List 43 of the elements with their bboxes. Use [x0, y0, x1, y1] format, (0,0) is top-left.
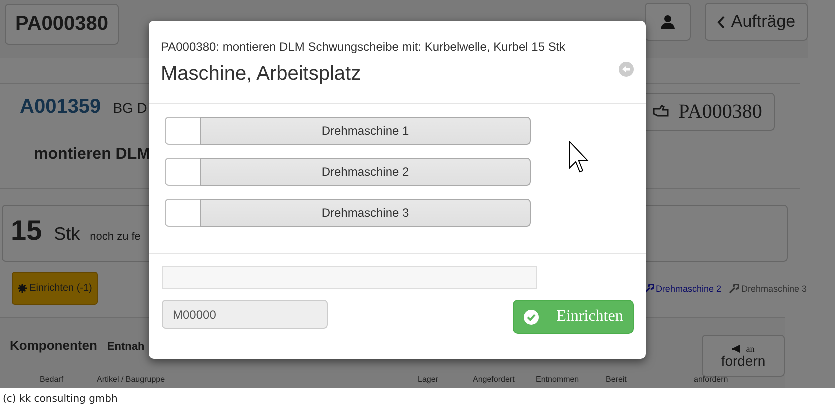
wrench-icon — [729, 284, 740, 294]
quantity-note: noch zu fe — [90, 231, 141, 243]
machine-toggle[interactable] — [165, 199, 200, 227]
quantity-unit: Stk — [54, 224, 80, 245]
request-button[interactable]: an fordern — [702, 335, 785, 377]
megaphone-icon — [732, 345, 742, 353]
gear-icon — [18, 284, 27, 293]
confirm-button[interactable]: Einrichten — [513, 300, 634, 334]
hand-icon — [652, 105, 669, 119]
back-button[interactable]: Aufträge — [705, 3, 808, 41]
machine-button[interactable]: Drehmaschine 1 — [200, 117, 531, 145]
order-button[interactable]: PA000380 — [5, 4, 119, 45]
column-header: Artikel / Baugruppe — [97, 375, 166, 384]
back-icon[interactable] — [619, 62, 634, 77]
order-label: BG D — [113, 100, 148, 116]
wrench-icon — [644, 284, 654, 294]
machine-link[interactable]: Drehmaschine 2 — [644, 284, 722, 294]
machine-field[interactable]: M00000 — [162, 300, 328, 329]
section-title: Komponenten — [10, 338, 98, 353]
machine-button[interactable]: Drehmaschine 3 — [200, 199, 531, 227]
column-header: Angefordert — [473, 375, 515, 384]
footer-text: (c) kk consulting gmbh — [2, 393, 119, 407]
machine-toggle[interactable] — [165, 158, 200, 186]
user-button[interactable] — [645, 3, 691, 41]
input-field[interactable] — [162, 266, 537, 289]
machine-toggle[interactable] — [165, 117, 200, 145]
machine-link[interactable]: Drehmaschine 3 — [729, 284, 807, 294]
setup-button[interactable]: Einrichten (-1) — [12, 272, 98, 305]
user-icon — [661, 15, 675, 29]
column-header: Entnommen — [536, 375, 580, 384]
column-header: Bedarf — [40, 375, 64, 384]
column-header: Bereit — [606, 375, 627, 384]
check-circle-icon — [524, 310, 539, 324]
machine-button[interactable]: Drehmaschine 2 — [200, 158, 531, 186]
chevron-left-icon — [717, 16, 726, 28]
column-header: anfordern — [694, 375, 728, 384]
order-description: montieren DLM — [34, 146, 152, 164]
quantity-count: 15 — [11, 215, 42, 247]
section-tab[interactable]: Entnah — [107, 341, 145, 353]
order-id: A001359 — [20, 96, 102, 119]
dialog-subtitle: PA000380: montieren DLM Schwungscheibe mit: Kurbelwelle, Kurbel 15 Stk — [161, 40, 567, 54]
dialog-title: Maschine, Arbeitsplatz — [161, 63, 362, 86]
column-header: Lager — [418, 375, 438, 384]
